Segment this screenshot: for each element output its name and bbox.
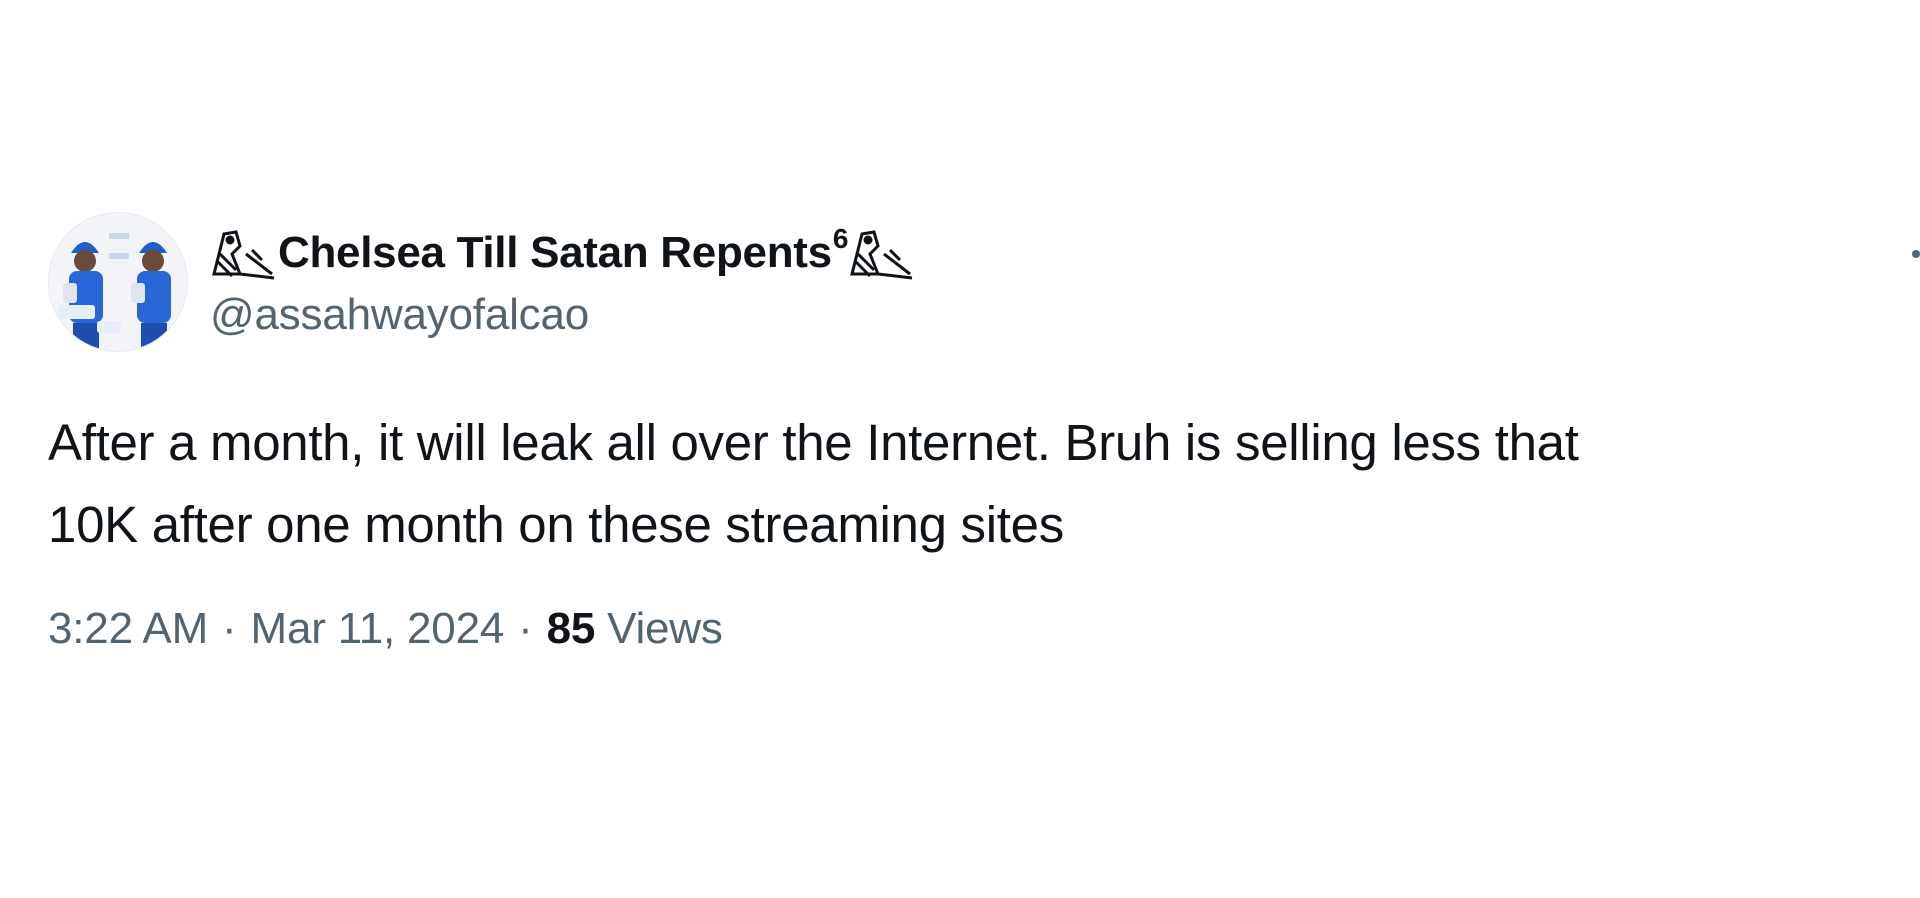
views-count: 85: [546, 604, 596, 653]
meta-separator: ·: [222, 604, 237, 653]
tweet-text-line: 10K after one month on these streaming s…: [48, 496, 1064, 553]
author-names: Chelsea Till Satan Repents 6 @assahwayof…: [210, 212, 916, 352]
avatar-image: [49, 213, 187, 351]
more-options-icon[interactable]: [1912, 250, 1920, 258]
tweet-text-line: After a month, it will leak all over the…: [48, 414, 1579, 471]
tweet-card: Chelsea Till Satan Repents 6 @assahwayof…: [48, 212, 1888, 654]
tweet-date[interactable]: Mar 11, 2024: [251, 604, 505, 654]
avatar[interactable]: [48, 212, 188, 352]
owl-icon: [210, 224, 278, 282]
tweet-time[interactable]: 3:22 AM: [48, 604, 208, 654]
display-name-superscript: 6: [832, 223, 849, 254]
display-name-row[interactable]: Chelsea Till Satan Repents 6: [210, 223, 916, 282]
tweet-header: Chelsea Till Satan Repents 6 @assahwayof…: [48, 212, 1888, 352]
author-handle[interactable]: @assahwayofalcao: [210, 290, 916, 340]
views-label: Views: [607, 604, 723, 653]
tweet-text: After a month, it will leak all over the…: [48, 402, 1888, 566]
meta-separator: ·: [518, 604, 533, 653]
tweet-meta: 3:22 AM · Mar 11, 2024 · 85 Views: [48, 604, 1888, 654]
display-name: Chelsea Till Satan Repents: [278, 228, 832, 277]
owl-icon: [848, 224, 916, 282]
